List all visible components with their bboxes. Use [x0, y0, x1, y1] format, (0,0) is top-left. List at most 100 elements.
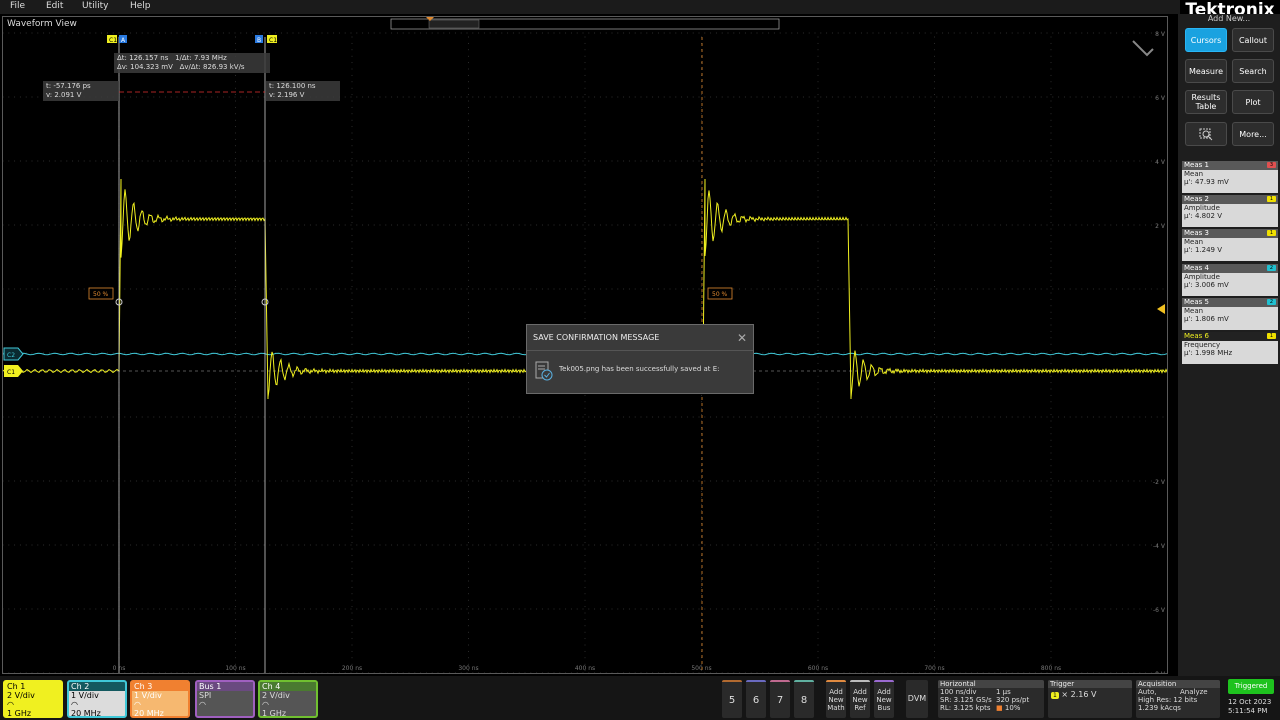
channel-bandwidth: 1 GHz	[262, 709, 287, 718]
plot-button[interactable]: Plot	[1232, 90, 1274, 114]
tektronix-logo: Tektronix	[1185, 0, 1275, 20]
x-axis-label: 200 ns	[342, 665, 362, 672]
acquisition-count: 1.239 kAcqs	[1138, 704, 1181, 712]
channel-badge-ch-2[interactable]: Ch 21 V/div ◠ 20 MHz	[67, 680, 127, 718]
channel-badge-ch-4[interactable]: Ch 42 V/div ◠ 1 GHz	[258, 680, 318, 718]
add-new-math-button[interactable]: Add New Math	[826, 680, 846, 718]
measurement-type: Mean	[1184, 307, 1204, 315]
sample-interval: 320 ps/pt	[996, 696, 1030, 704]
zoom-icon	[1199, 128, 1213, 141]
channel-coupling-icon: ◠	[262, 700, 269, 709]
acquisition-resolution: High Res: 12 bits	[1138, 696, 1198, 704]
menu-edit[interactable]: Edit	[46, 1, 63, 11]
x-axis-label: 800 ns	[1041, 665, 1061, 672]
channel-name: Ch 3	[132, 682, 188, 691]
channel-badge-ch-3[interactable]: Ch 31 V/div ◠ 20 MHz	[130, 680, 190, 718]
channel-8-button[interactable]: 8	[794, 680, 814, 718]
channel-bandwidth: 20 MHz	[71, 709, 101, 718]
zoom-button[interactable]	[1185, 122, 1227, 146]
channel-scale: 2 V/div	[262, 691, 290, 700]
measurement-source-badge: 1	[1267, 333, 1276, 339]
delta-slope: Δv/Δt: 826.93 kV/s	[179, 63, 245, 71]
measurement-source-badge: 2	[1267, 299, 1276, 305]
trigger-level: 2.16 V	[1070, 690, 1097, 699]
x-axis-label: 600 ns	[808, 665, 828, 672]
add-new-ref-button[interactable]: Add New Ref	[850, 680, 870, 718]
measurement-card[interactable]: Meas 5 2 Mean μ': 1.806 mV	[1182, 298, 1278, 330]
measurement-card[interactable]: Meas 6 1 Frequency μ': 1.998 MHz	[1182, 332, 1278, 364]
channel-7-button[interactable]: 7	[770, 680, 790, 718]
channel-badge-ch-1[interactable]: Ch 12 V/div ◠ 1 GHz	[3, 680, 63, 718]
ch2-marker-text: C2	[7, 352, 15, 359]
record-length: RL: 3.125 kpts	[940, 704, 991, 712]
callout-button[interactable]: Callout	[1232, 28, 1274, 52]
measurement-value: μ': 3.006 mV	[1184, 281, 1229, 289]
y-axis-label: -6 V	[1153, 607, 1166, 614]
measurement-type: Mean	[1184, 238, 1204, 246]
dialog-message: Tek005.png has been successfully saved a…	[559, 365, 720, 373]
measurement-card[interactable]: Meas 3 1 Mean μ': 1.249 V	[1182, 229, 1278, 261]
acquisition-panel[interactable]: Acquisition Auto, Analyze High Res: 12 bi…	[1136, 680, 1220, 718]
measurement-card[interactable]: Meas 1 3 Mean μ': 47.93 mV	[1182, 161, 1278, 193]
save-confirmation-dialog: SAVE CONFIRMATION MESSAGE ✕ Tek005.png h…	[526, 324, 754, 394]
trigger-panel[interactable]: Trigger 1 ⨯ 2.16 V	[1048, 680, 1132, 718]
measurement-name: Meas 31	[1182, 229, 1278, 238]
measurement-source-badge: 1	[1267, 196, 1276, 202]
measurement-source-badge: 2	[1267, 265, 1276, 271]
channel-scale: SPI	[199, 691, 212, 700]
measurement-type: Amplitude	[1184, 204, 1220, 212]
acquisition-analyze: Analyze	[1180, 688, 1208, 696]
channel-name: Ch 4	[260, 682, 316, 691]
waveform-view-title: Waveform View	[7, 19, 77, 29]
x-axis-label: 400 ns	[575, 665, 595, 672]
acquisition-mode: Auto,	[1138, 688, 1157, 696]
measure-button[interactable]: Measure	[1185, 59, 1227, 83]
channel-coupling-icon: ◠	[199, 700, 206, 709]
results-table-button[interactable]: Results Table	[1185, 90, 1227, 114]
horizontal-panel[interactable]: Horizontal 100 ns/div 1 μs SR: 3.125 GS/s…	[938, 680, 1044, 718]
channel-5-button[interactable]: 5	[722, 680, 742, 718]
horizontal-record-duration: 1 μs	[996, 688, 1011, 696]
channel-scale: 2 V/div	[7, 691, 35, 700]
time: 5:11:54 PM	[1228, 707, 1268, 715]
search-button[interactable]: Search	[1232, 59, 1274, 83]
trigger-level-arrow	[1157, 304, 1165, 314]
measurement-value: μ': 1.806 mV	[1184, 315, 1229, 323]
channel-scale: 1 V/div	[134, 691, 162, 700]
menu-utility[interactable]: Utility	[82, 1, 108, 11]
x-axis-label: 100 ns	[225, 665, 245, 672]
y-axis-label: 6 V	[1155, 95, 1166, 102]
measurement-name: Meas 61	[1182, 332, 1278, 341]
channel-bandwidth: 20 MHz	[134, 709, 164, 718]
trigger-source-badge: 1	[1051, 692, 1059, 699]
measurement-card[interactable]: Meas 2 1 Amplitude μ': 4.802 V	[1182, 195, 1278, 227]
menu-file[interactable]: File	[10, 1, 25, 11]
trigger-slope-icon: ⨯	[1061, 690, 1069, 699]
more-button[interactable]: More...	[1232, 122, 1274, 146]
dvm-button[interactable]: DVM	[906, 680, 928, 718]
measurement-card[interactable]: Meas 4 2 Amplitude μ': 3.006 mV	[1182, 264, 1278, 296]
date: 12 Oct 2023	[1228, 698, 1272, 706]
measurement-name: Meas 52	[1182, 298, 1278, 307]
delta-time: Δt: 126.157 ns	[117, 54, 169, 62]
save-document-icon	[535, 361, 553, 381]
channel-coupling-icon: ◠	[134, 700, 141, 709]
add-new-bus-button[interactable]: Add New Bus	[874, 680, 894, 718]
close-icon[interactable]: ✕	[737, 331, 747, 345]
measurement-name: Meas 13	[1182, 161, 1278, 170]
channel-6-button[interactable]: 6	[746, 680, 766, 718]
measurement-value: μ': 1.249 V	[1184, 246, 1223, 254]
delta-voltage: Δv: 104.323 mV	[117, 63, 173, 71]
cursors-button[interactable]: Cursors	[1185, 28, 1227, 52]
menu-help[interactable]: Help	[130, 1, 151, 11]
cursor-a-readout: t: -57.176 ps v: 2.091 V	[43, 81, 119, 101]
y-axis-label: 2 V	[1155, 223, 1166, 230]
ref-level-text: 50 %	[712, 291, 728, 298]
x-axis-label: 300 ns	[458, 665, 478, 672]
channel-badge-bus-1[interactable]: Bus 1 SPI ◠	[195, 680, 255, 718]
cursor-b-voltage: v: 2.196 V	[269, 91, 305, 99]
add-new-label: Add New...	[1207, 14, 1251, 23]
cursor-a-source-text: C1	[109, 37, 117, 44]
measurement-type: Amplitude	[1184, 273, 1220, 281]
horizontal-scale: 100 ns/div	[940, 688, 977, 696]
